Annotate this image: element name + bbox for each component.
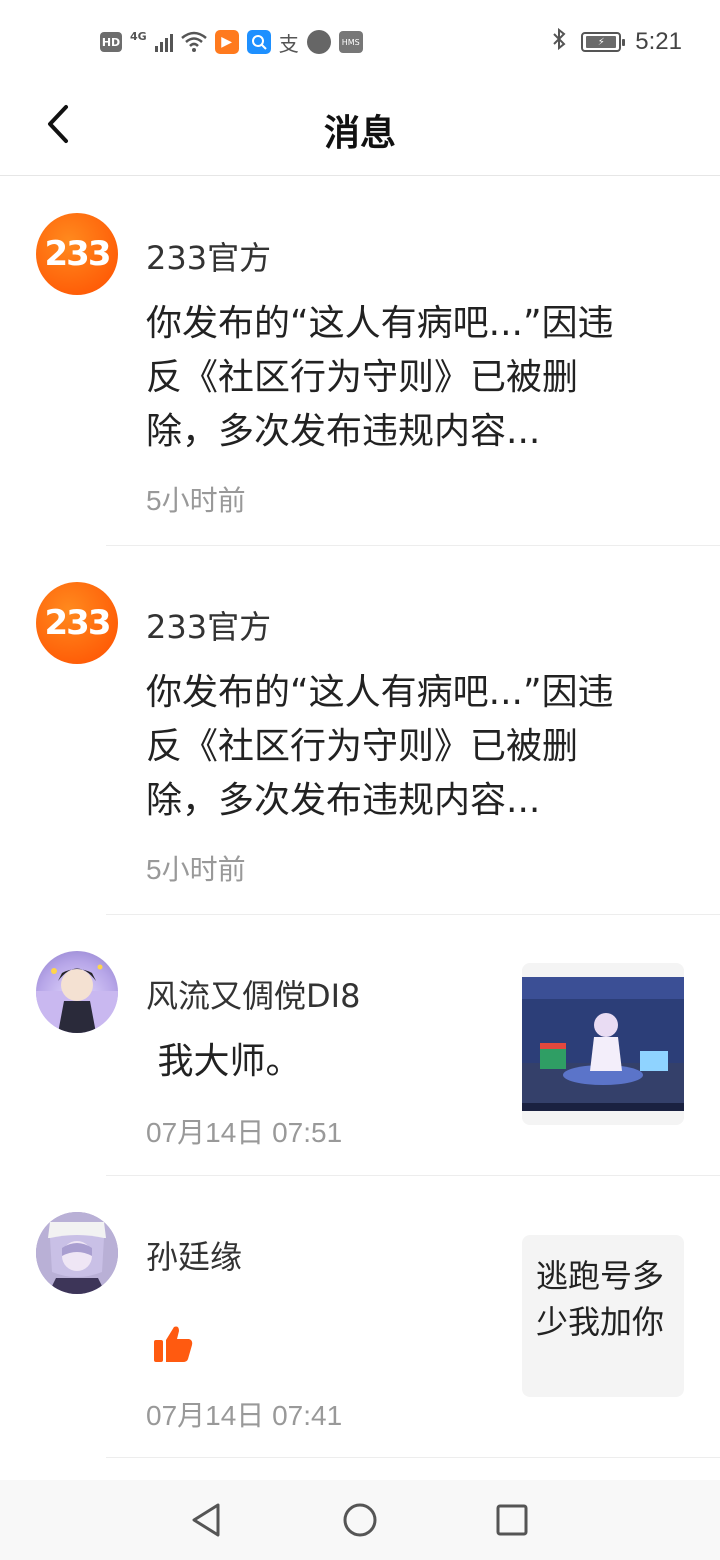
charging-icon: ⚡: [586, 36, 617, 48]
logo-text: 233: [44, 234, 112, 274]
triangle-back-icon: [192, 1503, 220, 1537]
reply-preview[interactable]: 逃跑号多少我加你: [522, 1235, 684, 1397]
wifi-icon: [180, 30, 207, 54]
message-item[interactable]: 风流又倜傥DI8 我大师。 07月14日 07:51: [0, 915, 720, 1176]
nav-back-button[interactable]: [186, 1500, 226, 1540]
user-avatar[interactable]: [36, 1212, 118, 1294]
sender-name: 233官方: [146, 239, 272, 277]
sender-name: 风流又倜傥DI8: [146, 977, 361, 1015]
search-app-icon: [246, 30, 271, 54]
system-nav-bar: [0, 1480, 720, 1560]
message-time: 07月14日 07:41: [146, 1400, 343, 1431]
post-thumbnail[interactable]: [522, 963, 684, 1125]
square-recent-icon: [496, 1504, 528, 1536]
status-bar: HD 4G ▶ 支 HMS ⚡ 5:21: [0, 0, 720, 84]
browser-icon: [306, 30, 331, 54]
network-type-label: 4G: [130, 29, 147, 43]
header: 消息: [0, 84, 720, 176]
logo-text: 233: [44, 603, 112, 643]
message-item[interactable]: 233 233官方 你发布的“这人有病吧...”因违反《社区行为守则》已被删除，…: [0, 546, 720, 915]
message-content: 你发布的“这人有病吧...”因违反《社区行为守则》已被删除，多次发布违规内容..…: [146, 672, 614, 821]
message-item[interactable]: 233 233官方 你发布的“这人有病吧...”因违反《社区行为守则》已被删除，…: [0, 177, 720, 546]
avatar-233-logo[interactable]: 233: [36, 213, 118, 295]
nav-home-button[interactable]: [340, 1500, 380, 1540]
status-icons-left: HD 4G ▶ 支 HMS: [100, 28, 363, 56]
signal-icon: [154, 32, 173, 52]
alipay-icon: 支: [278, 31, 299, 56]
anime-avatar-image: [36, 1212, 118, 1294]
message-time: 07月14日 07:51: [146, 1117, 343, 1148]
anime-avatar-image: [36, 964, 118, 1033]
message-item[interactable]: 孙廷缘 07月14日 07:41 逃跑号多少我加你: [0, 1176, 720, 1458]
divider: [106, 1457, 720, 1458]
nav-recent-button[interactable]: [492, 1500, 532, 1540]
bluetooth-icon: [551, 27, 567, 57]
page-title: 消息: [323, 113, 396, 154]
battery-icon: ⚡: [581, 32, 626, 52]
game-screenshot-image: [522, 963, 684, 1125]
message-time: 5小时前: [146, 854, 246, 885]
user-avatar[interactable]: [36, 951, 118, 1033]
avatar-233-logo[interactable]: 233: [36, 582, 118, 664]
sender-name: 233官方: [146, 608, 272, 646]
message-content: 我大师。: [146, 1041, 302, 1082]
circle-home-icon: [343, 1503, 377, 1537]
hms-icon: HMS: [338, 31, 363, 53]
message-time: 5小时前: [146, 485, 246, 516]
video-app-icon: ▶: [214, 30, 239, 54]
hd-icon: HD: [100, 32, 122, 52]
thumbs-up-icon: [152, 1324, 194, 1364]
status-icons-right: ⚡ 5:21: [551, 26, 682, 58]
message-content: 你发布的“这人有病吧...”因违反《社区行为守则》已被删除，多次发布违规内容..…: [146, 303, 614, 452]
sender-name: 孙廷缘: [146, 1238, 243, 1276]
clock: 5:21: [635, 28, 682, 55]
